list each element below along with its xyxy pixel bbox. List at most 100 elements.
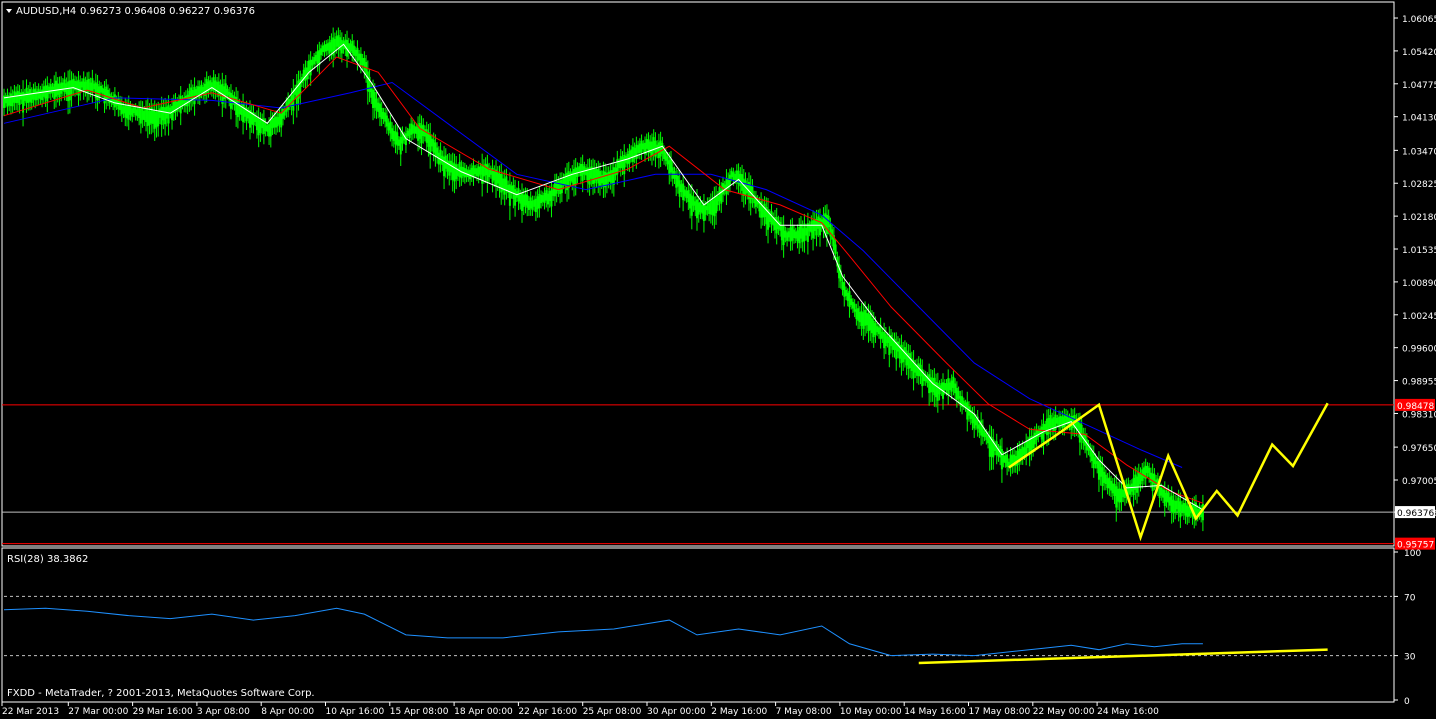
candle-body [943,383,946,391]
candle-body [670,158,673,173]
candle-body [905,350,908,366]
candle-body [775,217,778,234]
ma-fast-line [3,43,1204,511]
candle-body [685,190,688,199]
candle-body [242,103,245,123]
symbol-header[interactable]: AUDUSD,H4 0.96273 0.96408 0.96227 0.9637… [6,6,255,17]
candle-body [725,178,728,195]
candle-body [798,227,801,244]
candle-body [1099,463,1102,477]
time-tick-label: 15 Apr 08:00 [390,707,449,717]
dropdown-triangle-icon[interactable] [6,9,12,13]
candle-body [98,86,101,97]
rsi-label: RSI(28) 38.3862 [7,554,88,565]
candle-body [18,92,21,105]
candle-body [560,179,563,194]
candle-body [661,142,664,154]
candle-body [690,195,693,216]
candle-body [392,130,395,141]
time-tick-label: 7 May 08:00 [776,707,832,717]
candle-body [657,142,660,159]
candle-body [793,229,796,239]
candle-body [408,128,411,138]
candle-body [876,326,879,333]
candle-body [1148,467,1151,477]
candle-body [41,89,44,101]
candle-body [363,58,366,71]
candle-body [650,141,653,156]
candle-body [145,107,148,123]
candle-body [216,82,219,92]
candle-body [541,195,544,202]
candle-body [48,86,51,94]
candle-body [34,88,37,101]
candle-body [385,115,388,127]
candle-body [469,169,472,180]
candle-body [406,130,409,136]
candle-body [49,84,52,94]
candle-body [543,193,546,203]
candle-body [432,139,435,153]
candle-body [127,104,130,120]
candle-body [562,177,565,185]
horizontal-price-lines[interactable]: 0.984780.963760.95757 [2,398,1435,551]
candle-body [20,92,23,100]
candle-body [13,91,16,103]
candle-body [697,202,700,215]
candle-body [113,94,116,108]
candle-body [280,113,283,128]
candle-body [37,88,40,99]
candle-body [1132,477,1135,496]
candle-body [155,111,158,128]
candle-body [527,200,530,210]
candle-body [734,173,737,180]
candle-body [96,84,99,101]
candle-body [1172,499,1175,514]
candle-body [380,107,383,119]
candle-body [493,170,496,181]
candle-body [786,232,789,241]
candle-body [933,377,936,396]
price-tick-label: 1.03470 [1402,147,1436,157]
candle-body [53,83,56,99]
candle-body [780,225,783,241]
candle-body [389,121,392,134]
candle-body [664,152,667,161]
candle-body [869,314,872,331]
candle-body [146,107,149,127]
price-tick-label: 1.00245 [1402,312,1436,322]
candle-body [430,138,433,147]
candle-body [339,37,342,51]
candle-body [448,161,451,176]
candle-body [67,81,70,102]
candle-body [453,163,456,182]
candle-body [883,331,886,349]
candle-body [572,168,575,186]
candle-body [917,363,920,377]
candle-body [91,78,94,94]
candle-body [1035,429,1038,440]
candle-body [955,387,958,400]
candle-body [356,47,359,62]
candle-body [375,98,378,111]
candle-body [307,60,310,72]
candle-body [524,193,527,206]
candle-body [470,167,473,177]
candle-body [1097,461,1100,480]
candle-body [1174,501,1177,512]
candle-body [1118,488,1121,503]
candle-body [909,353,912,369]
candle-body [495,169,498,187]
rsi-trendline[interactable] [918,648,1328,665]
candle-body [275,116,278,128]
candle-body [503,178,506,195]
candle-body [711,199,714,216]
candle-body [361,57,364,66]
candle-body [56,83,59,95]
candle-body [151,110,154,124]
candle-body [89,82,92,92]
candle-body [552,188,555,196]
candle-body [602,170,605,188]
price-axis: 1.06065 1.05420 1.04775 1.04130 1.03470 1.028… [1394,15,1436,519]
candle-body [881,331,884,339]
